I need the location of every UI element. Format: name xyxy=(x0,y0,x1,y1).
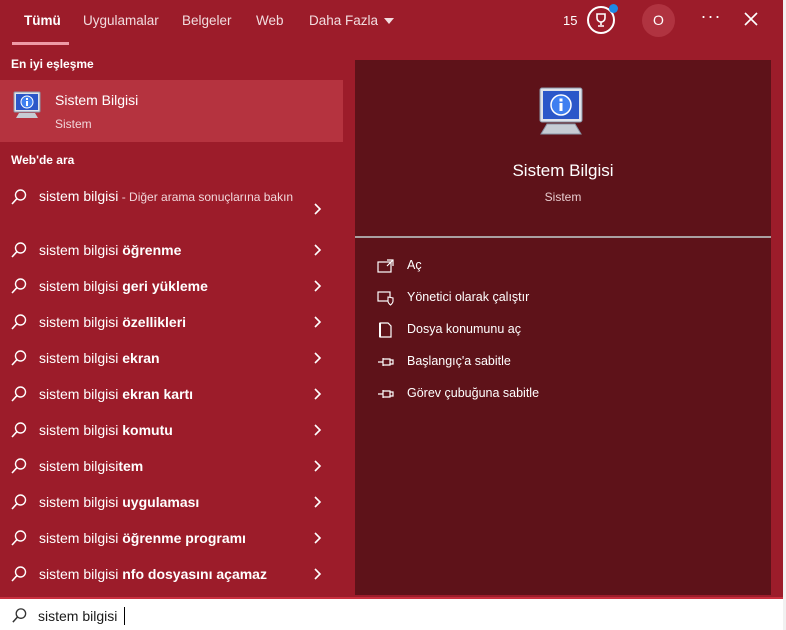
suggestion-text: sistem bilgisi öğrenme programı xyxy=(39,530,246,546)
search-icon xyxy=(11,189,27,205)
action-open-label: Aç xyxy=(407,258,422,272)
tab-apps[interactable]: Uygulamalar xyxy=(83,12,159,32)
search-input[interactable] xyxy=(38,606,738,626)
suggestion-text: sistem bilgisi uygulaması xyxy=(39,494,200,510)
suggestion-text: sistem bilgisi ekran kartı xyxy=(39,386,194,402)
preview-subtitle: Sistem xyxy=(544,190,582,204)
best-match-label: En iyi eşleşme xyxy=(11,57,94,71)
search-box xyxy=(0,597,783,630)
web-suggestion-row[interactable]: sistem bilgisi komutu xyxy=(0,412,343,448)
search-icon xyxy=(11,566,27,582)
best-match-title: Sistem Bilgisi xyxy=(55,92,139,108)
search-icon xyxy=(11,314,27,330)
chevron-right-icon xyxy=(314,352,322,364)
chevron-right-icon xyxy=(314,316,322,328)
suggestion-text: sistem bilgisi öğrenme xyxy=(39,242,182,258)
preview-divider xyxy=(355,236,771,238)
chevron-down-icon xyxy=(384,18,395,25)
top-bar: Tümü Uygulamalar Belgeler Web Daha Fazla… xyxy=(0,0,783,46)
pin-start-icon xyxy=(378,358,394,366)
active-tab-indicator xyxy=(12,42,69,45)
search-icon xyxy=(11,350,27,366)
search-icon xyxy=(12,608,27,623)
avatar[interactable]: O xyxy=(642,4,675,37)
chevron-right-icon xyxy=(314,388,322,400)
search-icon xyxy=(11,530,27,546)
action-open-file-location-label: Dosya konumunu aç xyxy=(407,322,521,336)
chevron-right-icon xyxy=(314,460,322,472)
search-icon xyxy=(11,494,27,510)
tab-all[interactable]: Tümü xyxy=(24,12,61,32)
chevron-right-icon xyxy=(314,496,322,508)
tab-documents[interactable]: Belgeler xyxy=(182,12,232,32)
action-run-as-admin-label: Yönetici olarak çalıştır xyxy=(407,290,530,304)
web-suggestion-row[interactable]: sistem bilgisi nfo dosyasını açamaz xyxy=(0,556,343,592)
admin-shield-icon xyxy=(377,291,394,306)
search-icon xyxy=(11,242,27,258)
web-suggestion-row[interactable]: sistem bilgisitem xyxy=(0,448,343,484)
chevron-right-icon xyxy=(314,280,322,292)
web-suggestion-row[interactable]: sistem bilgisi öğrenme xyxy=(0,232,343,268)
web-suggestion-row[interactable]: sistem bilgisi öğrenme programı xyxy=(0,520,343,556)
best-match-subtitle: Sistem xyxy=(55,117,92,131)
suggestion-text: sistem bilgisi nfo dosyasını açamaz xyxy=(39,566,267,582)
web-suggestion-row[interactable]: sistem bilgisi özellikleri xyxy=(0,304,343,340)
web-suggestion-row[interactable]: sistem bilgisi ekran kartı xyxy=(0,376,343,412)
suggestion-text: sistem bilgisi komutu xyxy=(39,422,173,438)
search-icon xyxy=(11,422,27,438)
preview-panel: Sistem Bilgisi Sistem Aç Yönetici olarak… xyxy=(355,60,771,595)
chevron-right-icon xyxy=(314,203,322,215)
web-suggestion-row[interactable]: sistem bilgisi uygulaması xyxy=(0,484,343,520)
action-pin-to-taskbar-label: Görev çubuğuna sabitle xyxy=(407,386,540,400)
close-icon[interactable] xyxy=(740,8,762,30)
suggestion-text: sistem bilgisi - Diğer arama sonuçlarına… xyxy=(39,188,294,204)
web-suggestion-row[interactable]: sistem bilgisi ekran xyxy=(0,340,343,376)
search-icon xyxy=(11,458,27,474)
web-search-label: Web'de ara xyxy=(11,153,75,167)
suggestion-text: sistem bilgisi özellikleri xyxy=(39,314,187,330)
web-suggestion-row[interactable]: sistem bilgisi geri yükleme xyxy=(0,268,343,304)
tab-more-label: Daha Fazla xyxy=(309,13,379,28)
tab-web[interactable]: Web xyxy=(256,12,284,32)
tab-more[interactable]: Daha Fazla xyxy=(309,12,395,32)
system-info-app-icon xyxy=(13,91,41,118)
chevron-right-icon xyxy=(314,244,322,256)
notification-dot xyxy=(609,4,618,13)
best-match-item[interactable]: Sistem Bilgisi Sistem xyxy=(0,80,343,142)
rewards-count[interactable]: 15 xyxy=(563,13,577,28)
suggestion-text: sistem bilgisi ekran xyxy=(39,350,160,366)
search-icon xyxy=(11,278,27,294)
system-info-app-icon xyxy=(539,87,583,135)
search-icon xyxy=(11,386,27,402)
suggestion-text: sistem bilgisi geri yükleme xyxy=(39,278,208,294)
file-location-icon xyxy=(379,322,392,338)
pin-taskbar-icon xyxy=(378,390,394,398)
chevron-right-icon xyxy=(314,568,322,580)
web-suggestion-first[interactable]: sistem bilgisi - Diğer arama sonuçlarına… xyxy=(0,184,343,228)
open-icon xyxy=(377,259,394,273)
chevron-right-icon xyxy=(314,424,322,436)
action-pin-to-start-label: Başlangıç'a sabitle xyxy=(407,354,511,368)
text-cursor xyxy=(124,607,125,625)
suggestion-text: sistem bilgisitem xyxy=(39,458,144,474)
more-options-icon[interactable]: ··· xyxy=(700,6,722,30)
chevron-right-icon xyxy=(314,532,322,544)
preview-title: Sistem Bilgisi xyxy=(512,161,614,180)
